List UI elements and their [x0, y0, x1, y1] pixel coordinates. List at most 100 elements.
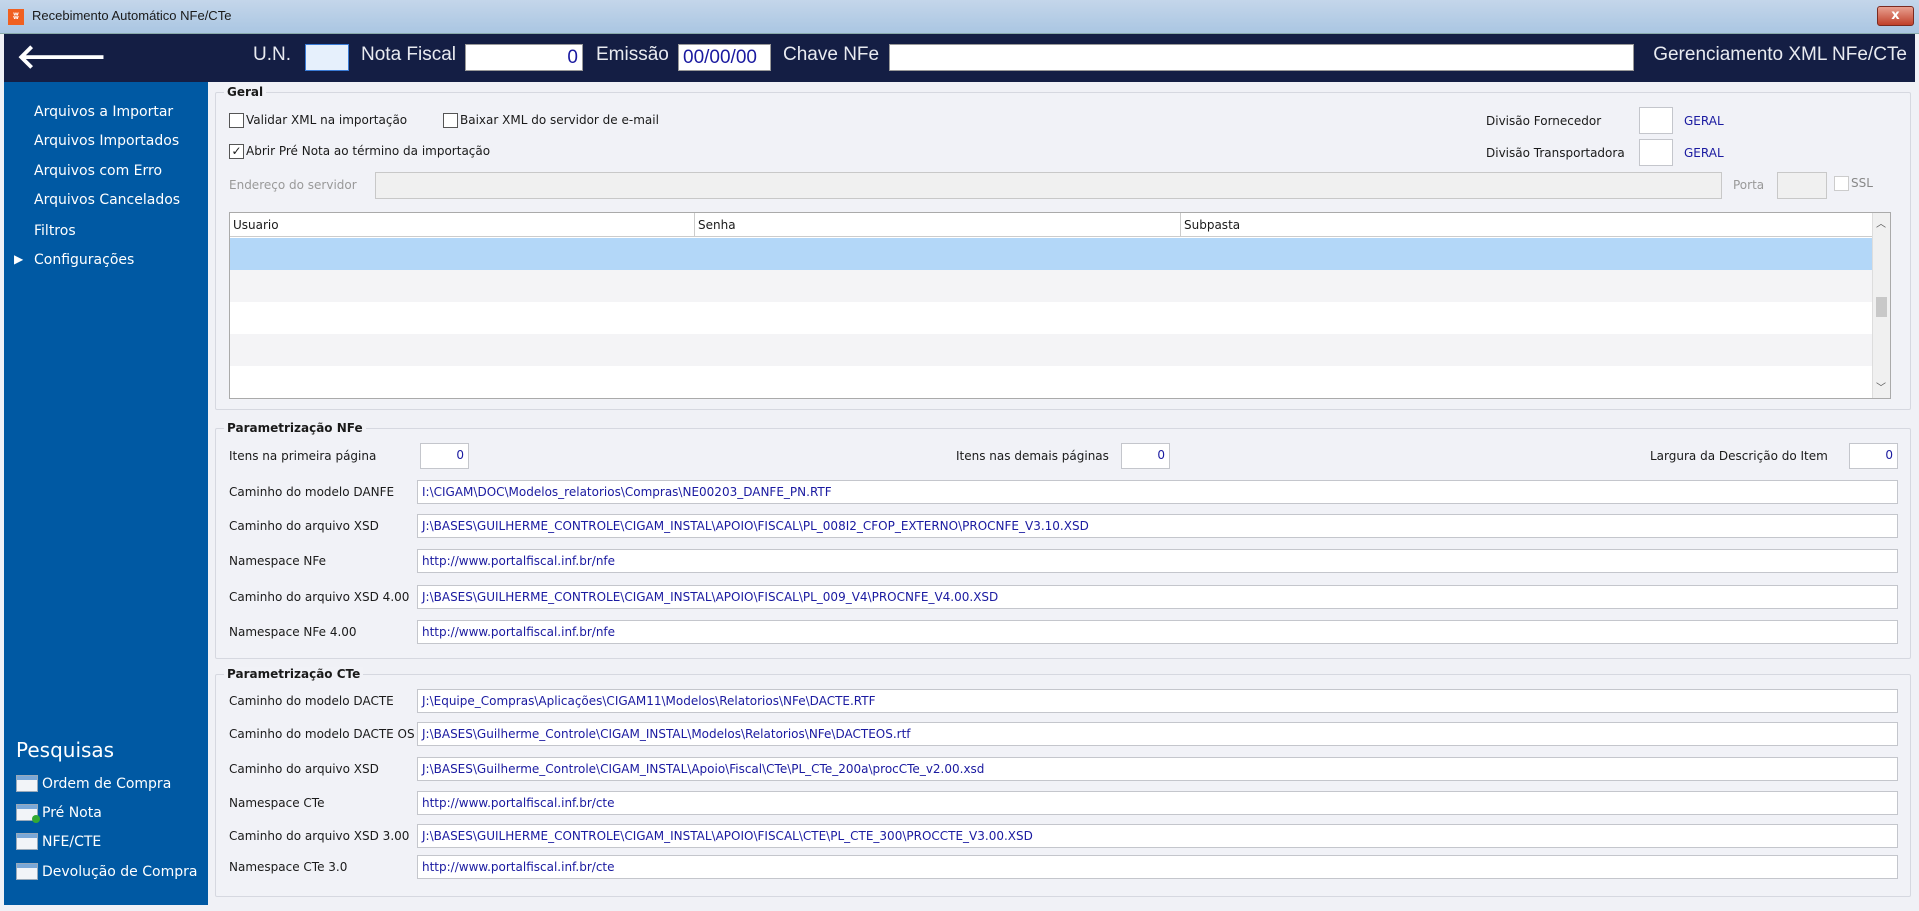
itens-primeira-label: Itens na primeira página	[229, 449, 377, 463]
nfe-title: Parametrização NFe	[224, 421, 366, 435]
column-header-senha[interactable]: Senha	[695, 213, 1181, 237]
window-add-icon	[16, 804, 40, 823]
nota-fiscal-input[interactable]: 0	[465, 44, 583, 71]
close-button[interactable]: x	[1877, 6, 1914, 26]
nfe-row-label: Caminho do arquivo XSD 4.00	[229, 590, 410, 604]
table-row[interactable]	[230, 334, 1872, 366]
nfe-row-input[interactable]: J:\BASES\GUILHERME_CONTROLE\CIGAM_INSTAL…	[417, 514, 1898, 538]
pesquisa-label: NFE/CTE	[42, 833, 102, 850]
title-bar: ʬ Recebimento Automático NFe/CTe x	[0, 0, 1919, 34]
pesquisa-label: Pré Nota	[42, 804, 102, 821]
cte-row-label: Caminho do arquivo XSD	[229, 762, 379, 776]
app-icon: ʬ	[8, 9, 24, 25]
table-row[interactable]	[230, 270, 1872, 302]
divisao-fornecedor-desc: GERAL	[1684, 114, 1724, 128]
vertical-scrollbar[interactable]: ︿ ﹀	[1872, 213, 1890, 398]
porta-input[interactable]	[1777, 172, 1827, 199]
chave-nfe-input[interactable]	[889, 44, 1634, 71]
sidebar-item-arquivos-importados[interactable]: Arquivos Importados	[34, 133, 179, 149]
largura-descricao-input[interactable]: 0	[1849, 443, 1898, 469]
divisao-transportadora-label: Divisão Transportadora	[1486, 146, 1625, 160]
cte-row-label: Namespace CTe 3.0	[229, 860, 348, 874]
cte-row-input[interactable]: http://www.portalfiscal.inf.br/cte	[417, 855, 1898, 879]
cte-row-label: Caminho do modelo DACTE	[229, 694, 394, 708]
cte-row-label: Namespace CTe	[229, 796, 325, 810]
sidebar-item-arquivos-a-importar[interactable]: Arquivos a Importar	[34, 104, 173, 120]
sidebar: Arquivos a Importar Arquivos Importados …	[4, 82, 208, 905]
checkbox-box	[443, 113, 458, 128]
cte-title: Parametrização CTe	[224, 667, 364, 681]
divisao-fornecedor-label: Divisão Fornecedor	[1486, 114, 1602, 128]
check-icon: ✓	[229, 144, 244, 159]
pesquisa-label: Ordem de Compra	[42, 775, 172, 792]
ssl-label: SSL	[1851, 176, 1873, 190]
table-row[interactable]	[230, 366, 1872, 398]
emissao-input[interactable]: 00/00/00	[678, 44, 771, 71]
validar-xml-label: Validar XML na importação	[246, 113, 408, 127]
sidebar-item-filtros[interactable]: Filtros	[34, 223, 76, 239]
endereco-servidor-input[interactable]	[375, 172, 1722, 199]
nfe-row-input[interactable]: J:\BASES\GUILHERME_CONTROLE\CIGAM_INSTAL…	[417, 585, 1898, 609]
cte-row-input[interactable]: J:\BASES\GUILHERME_CONTROLE\CIGAM_INSTAL…	[417, 824, 1898, 848]
cte-row-input[interactable]: http://www.portalfiscal.inf.br/cte	[417, 791, 1898, 815]
nfe-row-label: Namespace NFe 4.00	[229, 625, 357, 639]
divisao-transportadora-desc: GERAL	[1684, 146, 1724, 160]
checkbox-box	[1834, 176, 1849, 191]
baixar-xml-label: Baixar XML do servidor de e-mail	[460, 113, 659, 127]
credentials-grid: Usuario Senha Subpasta ︿ ﹀	[229, 212, 1891, 399]
sidebar-item-arquivos-com-erro[interactable]: Arquivos com Erro	[34, 163, 162, 179]
largura-descricao-label: Largura da Descrição do Item	[1650, 449, 1828, 463]
sidebar-item-arquivos-cancelados[interactable]: Arquivos Cancelados	[34, 192, 180, 208]
cte-row-input[interactable]: J:\BASES\Guilherme_Controle\CIGAM_INSTAL…	[417, 757, 1898, 781]
expand-arrow-icon[interactable]: ▶	[14, 252, 23, 266]
divisao-fornecedor-input[interactable]	[1639, 107, 1673, 134]
scrollbar-thumb[interactable]	[1876, 297, 1887, 317]
scroll-up-icon[interactable]: ︿	[1876, 215, 1886, 230]
nfe-row-input[interactable]: http://www.portalfiscal.inf.br/nfe	[417, 620, 1898, 644]
abrir-pre-nota-label: Abrir Pré Nota ao término da importação	[246, 144, 491, 158]
nfe-row-label: Namespace NFe	[229, 554, 327, 568]
nfe-row-input[interactable]: http://www.portalfiscal.inf.br/nfe	[417, 549, 1898, 573]
pesquisas-title: Pesquisas	[16, 738, 115, 762]
itens-primeira-input[interactable]: 0	[420, 443, 469, 469]
pesquisa-nfe-cte[interactable]: NFE/CTE	[16, 833, 101, 850]
header-bar: 🡐 U.N. Nota Fiscal 0 Emissão 00/00/00 Ch…	[4, 34, 1915, 82]
pesquisa-devolucao-de-compra[interactable]: Devolução de Compra	[16, 863, 197, 880]
nfe-row-label: Caminho do modelo DANFE	[229, 485, 395, 499]
porta-label: Porta	[1733, 178, 1765, 192]
emissao-label: Emissão	[596, 44, 669, 65]
pesquisa-pre-nota[interactable]: Pré Nota	[16, 804, 102, 823]
table-row-selected[interactable]	[230, 238, 1872, 270]
itens-demais-input[interactable]: 0	[1121, 443, 1170, 469]
baixar-xml-checkbox[interactable]: Baixar XML do servidor de e-mail	[443, 113, 659, 128]
column-header-subpasta[interactable]: Subpasta	[1181, 213, 1873, 237]
un-label: U.N.	[253, 44, 291, 65]
nota-fiscal-label: Nota Fiscal	[361, 44, 457, 65]
endereco-servidor-label: Endereço do servidor	[229, 178, 357, 192]
table-row[interactable]	[230, 302, 1872, 334]
divisao-transportadora-input[interactable]	[1639, 139, 1673, 166]
nfe-row-label: Caminho do arquivo XSD	[229, 519, 379, 533]
nfe-row-input[interactable]: I:\CIGAM\DOC\Modelos_relatorios\Compras\…	[417, 480, 1898, 504]
sidebar-item-configuracoes[interactable]: Configurações	[34, 252, 134, 268]
checkbox-box	[229, 113, 244, 128]
cte-row-input[interactable]: J:\BASES\Guilherme_Controle\CIGAM_INSTAL…	[417, 722, 1898, 746]
cte-row-label: Caminho do arquivo XSD 3.00	[229, 829, 410, 843]
ssl-checkbox[interactable]: SSL	[1834, 176, 1873, 191]
cte-row-input[interactable]: J:\Equipe_Compras\Aplicações\CIGAM11\Mod…	[417, 689, 1898, 713]
windows-icon	[16, 833, 38, 850]
pesquisa-label: Devolução de Compra	[42, 863, 198, 880]
back-arrow-icon[interactable]: 🡐	[16, 40, 107, 74]
abrir-pre-nota-checkbox[interactable]: ✓ Abrir Pré Nota ao término da importação	[229, 144, 490, 159]
geral-title: Geral	[224, 85, 267, 99]
window-title: Recebimento Automático NFe/CTe	[32, 8, 232, 23]
validar-xml-checkbox[interactable]: Validar XML na importação	[229, 113, 407, 128]
module-title: Gerenciamento XML NFe/CTe	[1653, 44, 1907, 65]
pesquisa-ordem-de-compra[interactable]: Ordem de Compra	[16, 775, 171, 792]
cte-row-label: Caminho do modelo DACTE OS	[229, 727, 415, 741]
column-header-usuario[interactable]: Usuario	[230, 213, 695, 237]
chave-nfe-label: Chave NFe	[783, 44, 880, 65]
itens-demais-label: Itens nas demais páginas	[956, 449, 1109, 463]
un-input[interactable]	[305, 44, 349, 71]
scroll-down-icon[interactable]: ﹀	[1876, 379, 1886, 394]
